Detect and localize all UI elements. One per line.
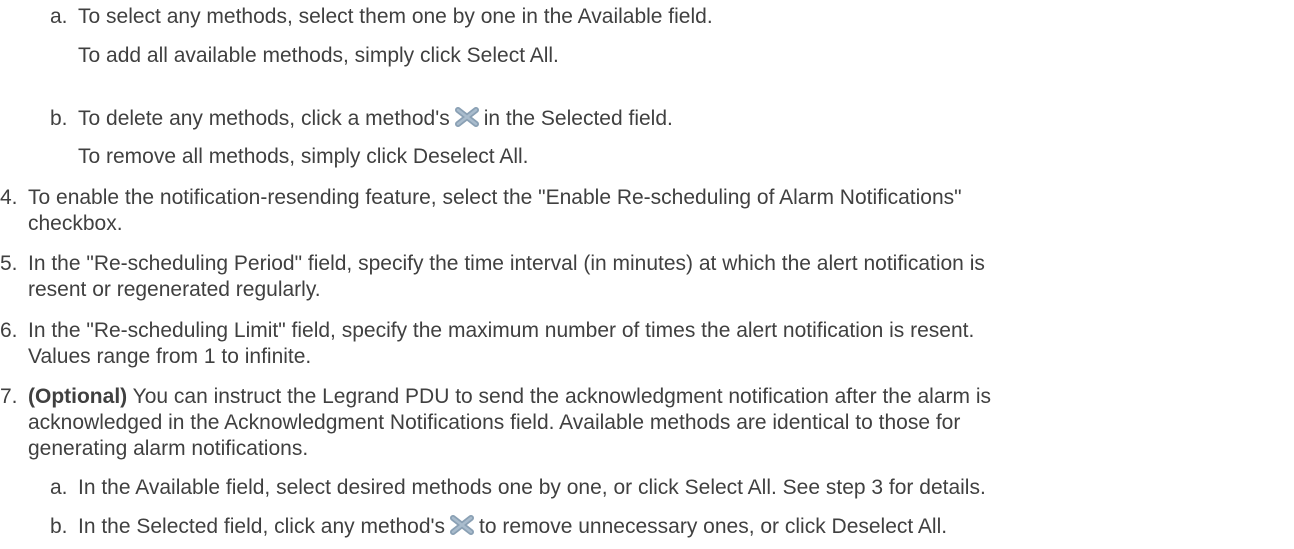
step-7b-text: In the Selected field, click any method'… xyxy=(78,514,947,540)
step-6-line1: In the "Re-scheduling Limit" field, spec… xyxy=(28,319,975,342)
substep-a-marker: a. xyxy=(50,5,68,28)
step-5-line2: resent or regenerated regularly. xyxy=(28,278,321,301)
step-7-line1: (Optional) You can instruct the Legrand … xyxy=(28,384,991,410)
substep-b-text-after: in the Selected field. xyxy=(483,107,673,130)
step-7-marker: 7. xyxy=(0,385,18,408)
delete-x-icon xyxy=(454,107,479,127)
step-7b-text-after: to remove unnecessary ones, or click Des… xyxy=(479,515,948,538)
substep-a-line2: To add all available methods, simply cli… xyxy=(78,44,559,67)
step-7-line3: generating alarm notifications. xyxy=(28,437,309,460)
step-4-marker: 4. xyxy=(0,186,18,209)
step-7b-text-before: In the Selected field, click any method'… xyxy=(78,515,446,538)
delete-x-icon xyxy=(450,515,475,535)
substep-b-marker: b. xyxy=(50,107,68,130)
optional-label: (Optional) xyxy=(28,385,128,408)
document-page: a. To select any methods, select them on… xyxy=(0,0,1294,549)
step-7b-marker: b. xyxy=(50,515,68,538)
substep-b-line1: To delete any methods, click a method's i… xyxy=(78,106,673,132)
step-7a-marker: a. xyxy=(50,476,68,499)
step-7-line2: acknowledged in the Acknowledgment Notif… xyxy=(28,411,961,434)
substep-a-line1: To select any methods, select them one b… xyxy=(78,5,713,28)
step-5-marker: 5. xyxy=(0,252,18,275)
step-7a-text: In the Available field, select desired m… xyxy=(78,476,986,499)
substep-b-line2: To remove all methods, simply click Dese… xyxy=(78,145,529,168)
step-5-line1: In the "Re-scheduling Period" field, spe… xyxy=(28,252,985,275)
step-4-line2: checkbox. xyxy=(28,212,123,235)
step-4-line1: To enable the notification-resending fea… xyxy=(28,186,962,209)
step-6-marker: 6. xyxy=(0,319,18,342)
substep-b-text-before: To delete any methods, click a method's xyxy=(78,107,450,130)
step-7-line1-rest: You can instruct the Legrand PDU to send… xyxy=(127,385,991,408)
step-6-line2: Values range from 1 to infinite. xyxy=(28,345,312,368)
